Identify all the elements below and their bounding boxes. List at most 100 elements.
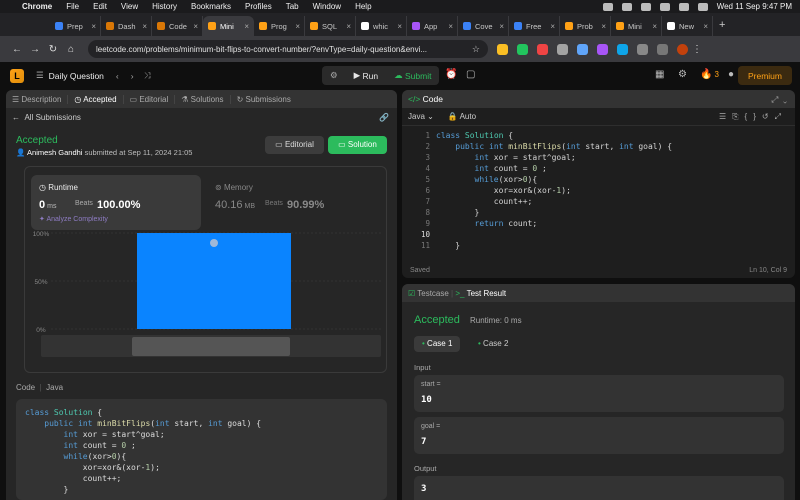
extension-icon[interactable] — [577, 43, 588, 55]
bookmark-star-icon[interactable]: ☆ — [472, 44, 480, 55]
editor-code[interactable]: class Solution { public int minBitFlips(… — [436, 130, 672, 251]
menu-profiles[interactable]: Profiles — [245, 2, 272, 11]
menu-history[interactable]: History — [152, 2, 177, 11]
close-tab-icon[interactable]: × — [499, 22, 504, 31]
prev-problem-icon[interactable]: ‹ — [116, 71, 119, 81]
back-icon[interactable]: ← — [8, 44, 26, 55]
premium-button[interactable]: Premium — [737, 66, 792, 85]
browser-tab[interactable]: New × — [662, 16, 713, 36]
menu-chrome[interactable]: Chrome — [22, 2, 52, 11]
solution-button[interactable]: ▭ Solution — [328, 136, 387, 154]
sidepanel-icon[interactable] — [657, 43, 668, 55]
close-tab-icon[interactable]: × — [550, 22, 555, 31]
extension-icon[interactable] — [617, 43, 628, 55]
close-tab-icon[interactable]: × — [703, 22, 708, 31]
tab-testcase[interactable]: ☑ Testcase — [408, 289, 449, 298]
close-tab-icon[interactable]: × — [295, 22, 300, 31]
browser-tab[interactable]: Dash × — [101, 16, 152, 36]
all-submissions-link[interactable]: ← All Submissions 🔗 — [6, 108, 397, 126]
case-1-tab[interactable]: • Case 1 — [414, 336, 461, 352]
tray-icon[interactable] — [602, 2, 613, 11]
timer-icon[interactable]: ⏰ — [445, 69, 457, 80]
tab-test-result[interactable]: >_ Test Result — [455, 289, 506, 298]
maximize-icon[interactable]: ⤢ ⌄ — [771, 94, 787, 105]
tray-icon[interactable] — [659, 2, 670, 11]
browser-tab[interactable]: Prog × — [254, 16, 305, 36]
submit-button[interactable]: ☁ Submit — [386, 66, 439, 85]
close-tab-icon[interactable]: × — [652, 22, 657, 31]
menu-help[interactable]: Help — [355, 2, 371, 11]
close-tab-icon[interactable]: × — [448, 22, 453, 31]
debug-icon[interactable]: ⚙ — [322, 66, 346, 85]
editorial-button[interactable]: ▭ Editorial — [265, 136, 324, 154]
browser-tab[interactable]: Cove × — [458, 16, 509, 36]
daily-question-title[interactable]: Daily Question — [49, 71, 104, 81]
forward-icon[interactable]: → — [26, 44, 44, 55]
close-tab-icon[interactable]: × — [346, 22, 351, 31]
shuffle-icon[interactable]: ⤨ — [144, 70, 151, 81]
tray-icon[interactable] — [621, 2, 632, 11]
browser-tab[interactable]: SQL × — [305, 16, 356, 36]
extension-icon[interactable] — [537, 43, 548, 55]
puzzle-icon[interactable] — [637, 43, 648, 55]
notes-icon[interactable]: ▢ — [466, 69, 475, 80]
close-tab-icon[interactable]: × — [142, 22, 147, 31]
streak-fire-icon[interactable]: 🔥 3 — [700, 69, 719, 80]
clock[interactable]: Wed 11 Sep 9:47 PM — [717, 2, 792, 11]
layout-icon[interactable]: ▦ — [655, 69, 664, 80]
browser-tab[interactable]: Mini × — [611, 16, 662, 36]
tab-description[interactable]: ☰ Description — [6, 94, 69, 104]
close-tab-icon[interactable]: × — [193, 22, 198, 31]
battery-icon[interactable] — [697, 2, 708, 11]
leetcode-logo-icon[interactable]: L — [10, 68, 24, 83]
menu-tab[interactable]: Tab — [286, 2, 299, 11]
editor-actions[interactable]: ☰⎘{}↺⤢ — [719, 112, 787, 122]
menu-edit[interactable]: Edit — [93, 2, 107, 11]
extension-icon[interactable] — [597, 43, 608, 55]
run-button[interactable]: ▶ Run — [346, 66, 387, 85]
browser-tab[interactable]: App × — [407, 16, 458, 36]
menu-window[interactable]: Window — [313, 2, 341, 11]
profile-avatar[interactable] — [677, 43, 688, 55]
memory-label[interactable]: ⊚ Memory — [215, 183, 253, 192]
close-tab-icon[interactable]: × — [244, 22, 249, 31]
browser-tab[interactable]: whic × — [356, 16, 407, 36]
autocomplete-toggle[interactable]: 🔒 Auto — [448, 112, 476, 121]
close-tab-icon[interactable]: × — [397, 22, 402, 31]
submitter-name[interactable]: Animesh Gandhi — [27, 148, 82, 157]
browser-tab[interactable]: Prep × — [50, 16, 101, 36]
tab-solutions[interactable]: ⚗ Solutions — [175, 94, 231, 104]
extension-icon[interactable] — [517, 43, 528, 55]
case-2-tab[interactable]: • Case 2 — [470, 336, 516, 352]
extension-icon[interactable] — [497, 43, 508, 55]
problem-list-icon[interactable]: ☰ — [36, 70, 44, 81]
tab-editorial[interactable]: ▭ Editorial — [124, 94, 176, 104]
menu-file[interactable]: File — [66, 2, 79, 11]
extension-icon[interactable] — [557, 43, 568, 55]
browser-tab[interactable]: Prob × — [560, 16, 611, 36]
close-tab-icon[interactable]: × — [91, 22, 96, 31]
user-avatar-icon[interactable]: ● — [728, 69, 734, 80]
analyze-complexity-link[interactable]: ✦ Analyze Complexity — [39, 215, 108, 223]
next-problem-icon[interactable]: › — [131, 71, 134, 81]
tray-icon[interactable] — [640, 2, 651, 11]
menu-kebab-icon[interactable]: ⋮ — [688, 44, 706, 55]
runtime-card[interactable]: ◷ Runtime 0 ms Beats 100.00% ✦ Analyze Co… — [31, 175, 201, 230]
reload-icon[interactable]: ↻ — [44, 44, 62, 55]
browser-tab[interactable]: Free × — [509, 16, 560, 36]
close-tab-icon[interactable]: × — [601, 22, 606, 31]
tab-submissions[interactable]: ↻ Submissions — [231, 95, 297, 104]
language-select[interactable]: Java ⌄ — [408, 112, 434, 121]
url-bar[interactable]: leetcode.com/problems/minimum-bit-flips-… — [88, 40, 488, 58]
share-link-icon[interactable]: 🔗 — [379, 113, 389, 122]
new-tab-icon[interactable]: + — [719, 19, 725, 31]
chart-bar[interactable] — [137, 233, 291, 329]
browser-tab[interactable]: Code × — [152, 16, 203, 36]
chart-scrollbar-thumb[interactable] — [132, 337, 290, 356]
wifi-icon[interactable] — [678, 2, 689, 11]
menu-view[interactable]: View — [121, 2, 138, 11]
menu-bookmarks[interactable]: Bookmarks — [191, 2, 231, 11]
home-icon[interactable]: ⌂ — [62, 44, 80, 55]
browser-tab[interactable]: Mini × — [203, 16, 254, 36]
tab-accepted[interactable]: ◷ Accepted — [68, 94, 124, 104]
